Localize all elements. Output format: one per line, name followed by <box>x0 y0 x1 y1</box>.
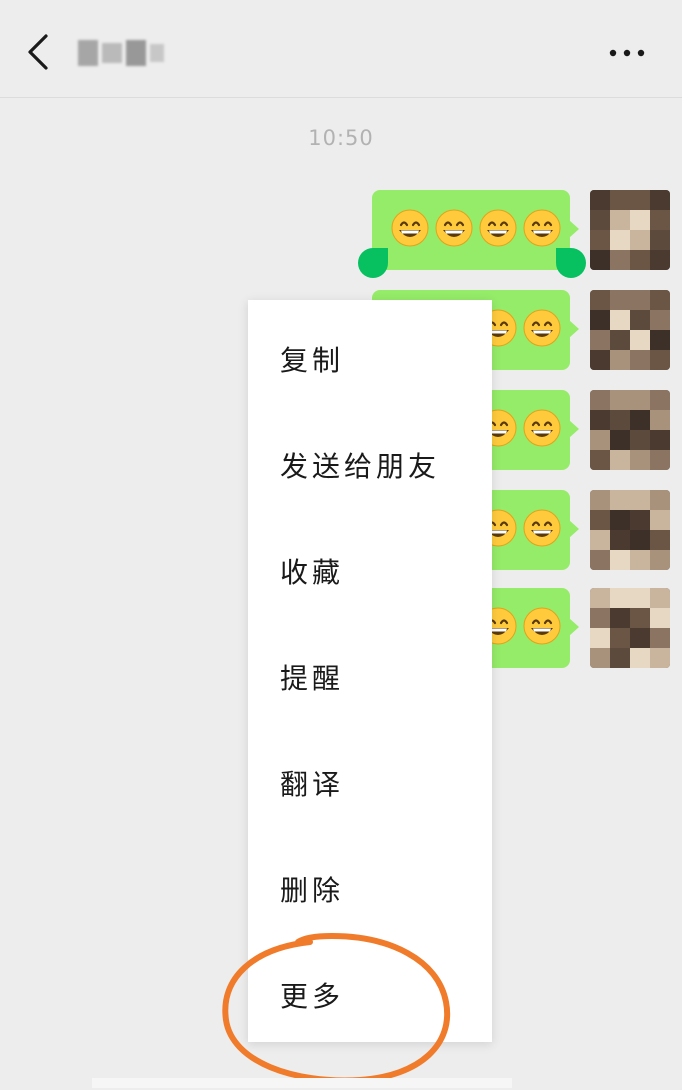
grinning-face-emoji-icon <box>390 208 430 248</box>
grinning-face-emoji-icon <box>434 208 474 248</box>
back-button[interactable] <box>20 30 60 74</box>
emoji-group <box>390 208 562 252</box>
grinning-face-emoji-icon <box>522 208 562 248</box>
selection-handle-left[interactable] <box>358 248 388 278</box>
top-bar <box>0 0 682 98</box>
grinning-face-emoji-icon <box>522 606 562 646</box>
chevron-left-icon <box>28 34 48 70</box>
avatar-obscured[interactable] <box>590 290 670 370</box>
avatar-obscured[interactable] <box>590 390 670 470</box>
menu-item-remind[interactable]: 提醒 <box>248 624 492 730</box>
menu-item-translate[interactable]: 翻译 <box>248 730 492 836</box>
menu-item-more[interactable]: 更多 <box>248 942 492 1048</box>
ellipsis-icon <box>609 49 645 57</box>
menu-item-send-to-friend[interactable]: 发送给朋友 <box>248 412 492 518</box>
menu-item-delete[interactable]: 删除 <box>248 836 492 942</box>
menu-item-favorite[interactable]: 收藏 <box>248 518 492 624</box>
input-bar-edge <box>92 1078 512 1088</box>
message-bubble[interactable] <box>372 190 579 270</box>
grinning-face-emoji-icon <box>522 308 562 348</box>
selection-handle-right[interactable] <box>556 248 586 278</box>
message-timestamp: 10:50 <box>308 126 374 150</box>
chat-title-obscured <box>78 36 178 70</box>
avatar-obscured[interactable] <box>590 190 670 270</box>
avatar-obscured[interactable] <box>590 490 670 570</box>
grinning-face-emoji-icon <box>522 408 562 448</box>
grinning-face-emoji-icon <box>522 508 562 548</box>
more-options-button[interactable] <box>600 38 650 68</box>
menu-item-copy[interactable]: 复制 <box>248 306 492 412</box>
grinning-face-emoji-icon <box>478 208 518 248</box>
message-context-menu: 复制 发送给朋友 收藏 提醒 翻译 删除 更多 <box>248 300 492 1042</box>
message-row <box>0 190 682 278</box>
avatar-obscured[interactable] <box>590 588 670 668</box>
